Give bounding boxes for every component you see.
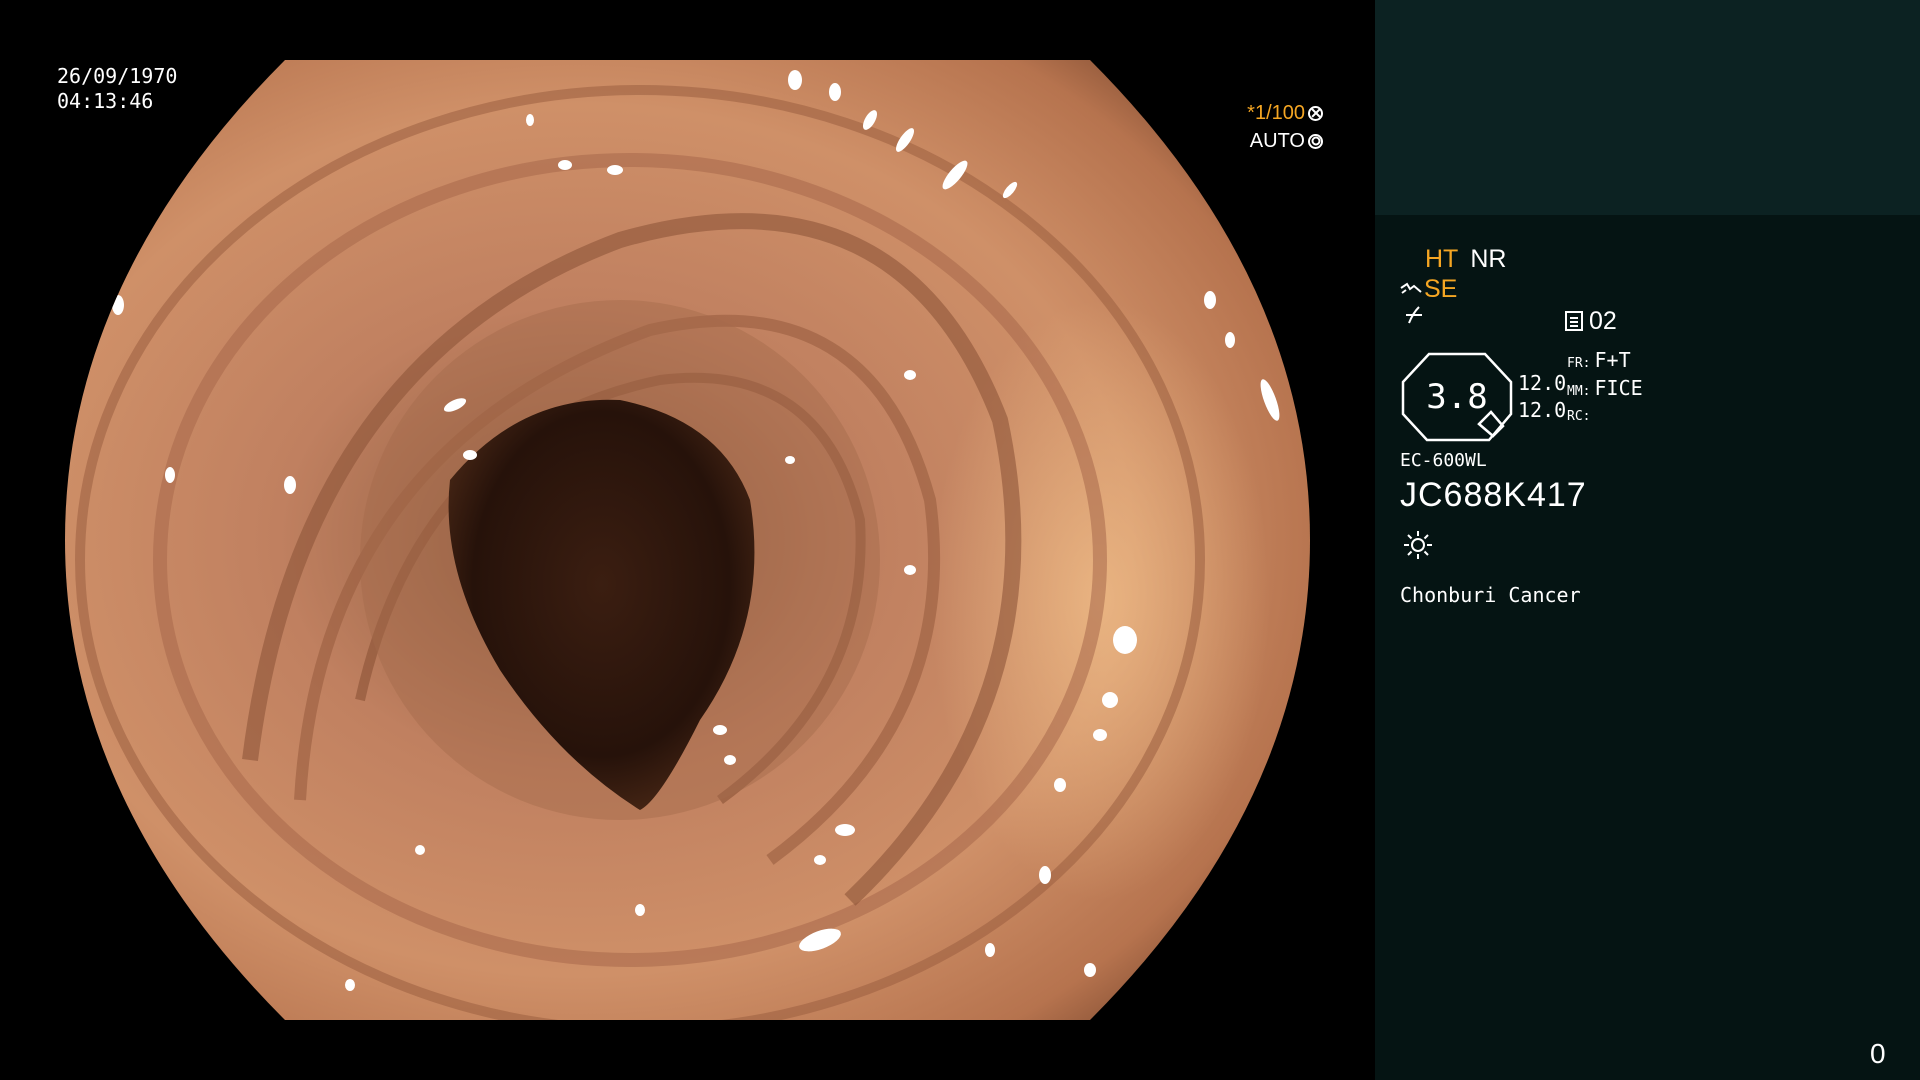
zoom-value: 3.8 xyxy=(1426,377,1488,417)
ratio-bottom: 12.0 xyxy=(1518,398,1567,422)
exam-date: 26/09/1970 xyxy=(57,64,178,88)
param-fr-key: FR: xyxy=(1567,356,1591,371)
param-fr: FR: F+T xyxy=(1567,348,1643,376)
memo-icon xyxy=(1565,311,1583,331)
structure-enhance-row: SE xyxy=(1400,274,1457,304)
mode-se: SE xyxy=(1424,275,1458,303)
iris-row: AUTO xyxy=(1247,127,1323,155)
param-mm-value: FICE xyxy=(1594,376,1643,400)
scope-model: EC-600WL xyxy=(1400,450,1487,471)
light-sun-icon xyxy=(1404,531,1432,559)
panel-header-area xyxy=(1375,0,1920,215)
param-fr-value: F+T xyxy=(1594,348,1631,372)
zoom-badge: 3.8 xyxy=(1401,352,1513,442)
image-counter: 0 xyxy=(1870,1038,1886,1069)
param-mm-key: MM: xyxy=(1567,384,1591,399)
ratio-top: 12.0 xyxy=(1518,371,1567,395)
shutter-row: *1/100 xyxy=(1247,99,1323,127)
iris-ring-icon xyxy=(1308,133,1323,149)
endoscopy-screen: 26/09/1970 04:13:46 *1/100 AUTO HT NR SE… xyxy=(0,0,1920,1080)
mode-ht: HT xyxy=(1425,245,1459,273)
datetime-readout: 26/09/1970 04:13:46 xyxy=(57,64,177,114)
exposure-readout: *1/100 AUTO xyxy=(1247,99,1323,155)
ratio-column: 12.0 12.0 xyxy=(1518,370,1566,424)
processing-mode-row: HT NR xyxy=(1425,244,1506,274)
mode-nr: NR xyxy=(1470,245,1507,273)
endoscopic-image xyxy=(65,60,1310,1020)
structure-wave-icon xyxy=(1400,282,1422,294)
param-mm: MM: FICE xyxy=(1567,376,1643,404)
memo-row: 02 xyxy=(1565,306,1617,336)
endoscope-view: 26/09/1970 04:13:46 *1/100 AUTO xyxy=(0,0,1375,1080)
iris-mode: AUTO xyxy=(1249,130,1305,152)
institution-name: Chonburi Cancer xyxy=(1400,583,1581,607)
color-fork-icon xyxy=(1406,306,1422,324)
parameter-column: FR: F+T MM: FICE RC: xyxy=(1567,348,1643,429)
param-rc: RC: xyxy=(1567,404,1643,429)
shutter-speed: *1/100 xyxy=(1247,102,1305,124)
memo-number: 02 xyxy=(1589,307,1617,335)
scope-serial: JC688K417 xyxy=(1400,476,1587,514)
param-rc-key: RC: xyxy=(1567,409,1591,424)
shutter-cross-icon xyxy=(1308,105,1323,121)
exam-time: 04:13:46 xyxy=(57,89,154,113)
info-panel: HT NR SE 02 3.8 12.0 12.0 FR: F+T MM: FI… xyxy=(1375,0,1920,1080)
